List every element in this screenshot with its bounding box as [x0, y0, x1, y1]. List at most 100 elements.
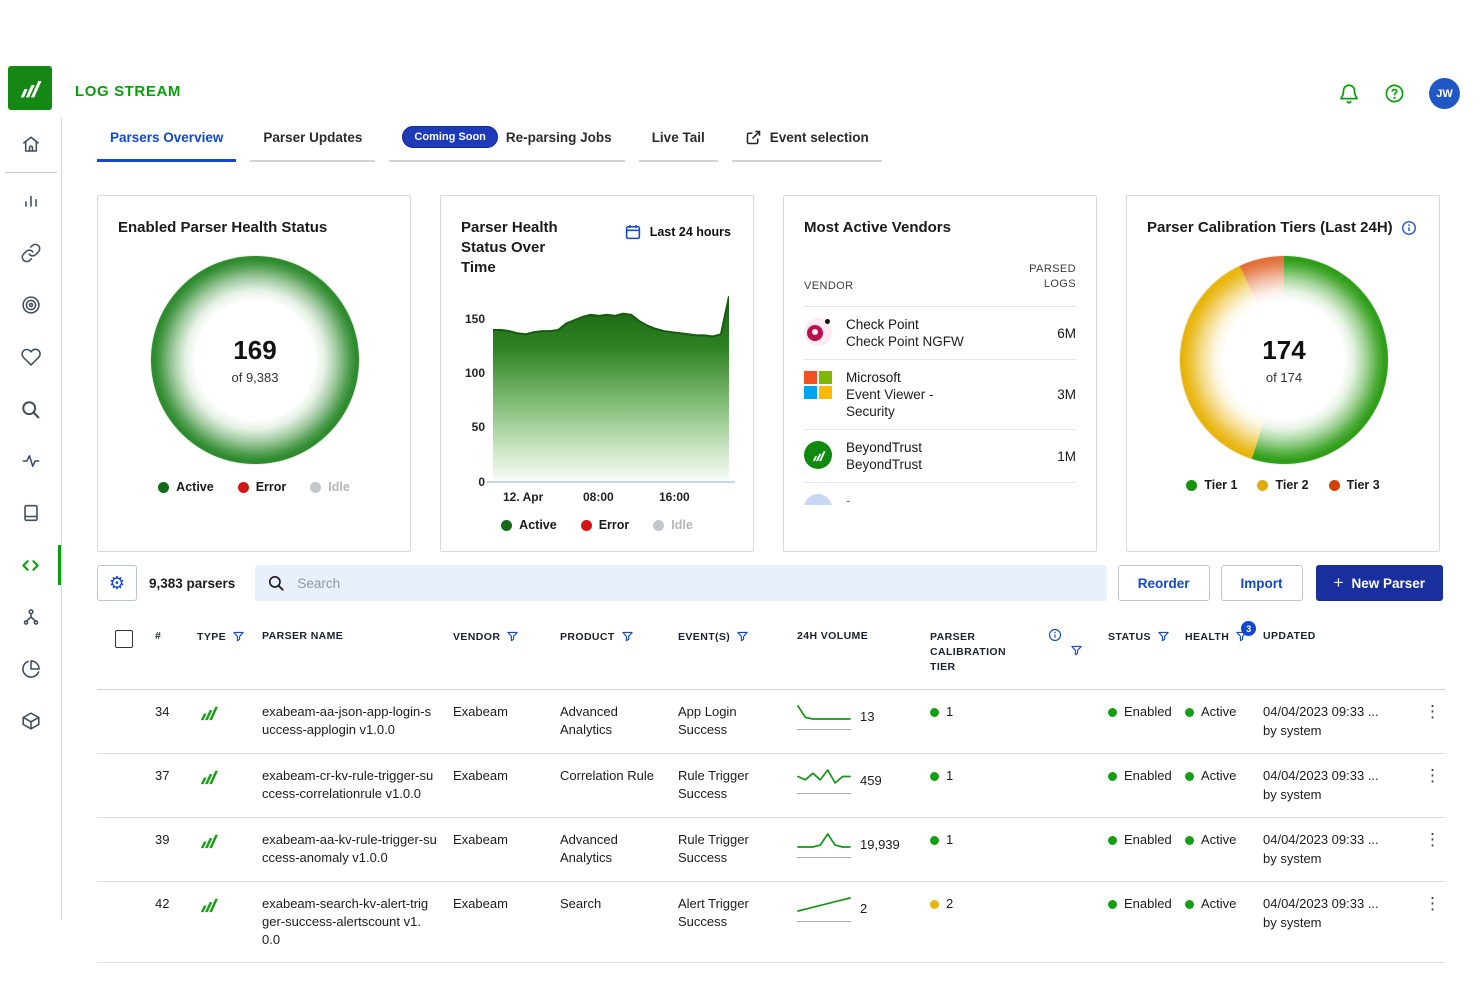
health-cell: Active: [1185, 895, 1263, 913]
product-cell: Advanced Analytics: [560, 703, 660, 739]
search-bar: [255, 565, 1106, 601]
status-dot: [1108, 900, 1117, 909]
y-tick: 150: [455, 312, 485, 326]
vendor-name: Microsoft: [846, 370, 901, 385]
vendor-product: Check Point NGFW: [846, 334, 964, 349]
row-menu-kebab-icon[interactable]: ⋮: [1418, 831, 1447, 849]
sidebar-divider: [5, 172, 57, 173]
legend-tier-2[interactable]: Tier 2: [1257, 478, 1308, 492]
sidebar-item-search[interactable]: [0, 383, 61, 435]
sidebar-item-detections[interactable]: [0, 279, 61, 331]
vendor-filter-icon[interactable]: [506, 630, 519, 643]
legend-tier-3[interactable]: Tier 3: [1329, 478, 1380, 492]
events-filter-icon[interactable]: [736, 630, 749, 643]
tier-dot: [930, 772, 939, 781]
table-row[interactable]: 34 exabeam-aa-json-app-login-success-app…: [97, 690, 1445, 754]
parser-name: exabeam-aa-json-app-login-success-applog…: [262, 703, 452, 739]
col-status: STATUS: [1108, 630, 1185, 643]
status-filter-icon[interactable]: [1157, 630, 1170, 643]
checkpoint-logo: [804, 318, 832, 346]
exabeam-type-icon: [197, 893, 220, 916]
vendors-table-header: VENDOR PARSED LOGS: [804, 262, 1076, 292]
reorder-button[interactable]: Reorder: [1118, 565, 1210, 601]
legend-idle[interactable]: Idle: [310, 480, 350, 494]
product-cell: Correlation Rule: [560, 767, 670, 785]
tab-parsers-overview[interactable]: Parsers Overview: [97, 126, 236, 162]
sidebar-item-library[interactable]: [0, 487, 61, 539]
table-row[interactable]: 42 exabeam-search-kv-alert-trigger-succe…: [97, 882, 1445, 963]
avatar[interactable]: JW: [1429, 78, 1460, 109]
legend-tier-1[interactable]: Tier 1: [1186, 478, 1237, 492]
legend-idle[interactable]: Idle: [653, 518, 693, 532]
external-link-icon: [745, 129, 762, 146]
table-row[interactable]: 39 exabeam-aa-kv-rule-trigger-success-an…: [97, 818, 1445, 882]
settings-gear-icon[interactable]: ⚙: [97, 565, 137, 601]
select-all-checkbox[interactable]: [115, 630, 133, 648]
volume-sparkline: [797, 767, 851, 785]
new-parser-button[interactable]: +New Parser: [1316, 565, 1443, 601]
tab-live-tail[interactable]: Live Tail: [639, 126, 718, 162]
legend-error[interactable]: Error: [581, 518, 630, 532]
info-icon[interactable]: [1401, 220, 1417, 236]
legend-active[interactable]: Active: [158, 480, 214, 494]
sidebar-item-reports[interactable]: [0, 643, 61, 695]
vendor-cell: Exabeam: [453, 895, 560, 913]
col-parser-name: PARSER NAME: [262, 630, 453, 642]
time-range-selector[interactable]: Last 24 hours: [618, 222, 737, 242]
sidebar-item-connections[interactable]: [0, 227, 61, 279]
sidebar-item-activity[interactable]: [0, 435, 61, 487]
status-value: Enabled: [1124, 703, 1172, 721]
notifications-bell-icon[interactable]: [1338, 83, 1360, 105]
updated-cell: 04/04/2023 09:33 ...by system: [1263, 703, 1418, 740]
vendor-cell: Exabeam: [453, 831, 560, 849]
parser-name: exabeam-search-kv-alert-trigger-success-…: [262, 895, 444, 949]
type-filter-icon[interactable]: [232, 630, 245, 643]
list-item-partial: -: [804, 483, 1076, 505]
tier-value: 2: [946, 895, 953, 913]
card-title: Enabled Parser Health Status: [118, 218, 327, 238]
plus-icon: +: [1334, 573, 1344, 593]
legend-dot: [1186, 480, 1197, 491]
health-filter-icon[interactable]: 3: [1235, 630, 1248, 643]
sidebar-item-workflows[interactable]: [0, 591, 61, 643]
row-menu-kebab-icon[interactable]: ⋮: [1418, 895, 1447, 913]
table-row[interactable]: 37 exabeam-cr-kv-rule-trigger-success-co…: [97, 754, 1445, 818]
exabeam-type-icon: [197, 701, 220, 724]
donut-value: 169: [233, 335, 276, 366]
legend-active[interactable]: Active: [501, 518, 557, 532]
tier-value: 1: [946, 703, 953, 721]
help-icon[interactable]: [1384, 83, 1405, 104]
y-tick: 0: [455, 475, 485, 489]
tier-dot: [930, 900, 939, 909]
sidebar-item-analytics[interactable]: [0, 175, 61, 227]
product-filter-icon[interactable]: [621, 630, 634, 643]
calibration-cell: 1: [930, 831, 1108, 849]
sidebar-item-packages[interactable]: [0, 695, 61, 747]
health-dot: [1185, 772, 1194, 781]
vendor-name: -: [846, 492, 968, 505]
exabeam-logo: [8, 66, 52, 110]
row-menu-kebab-icon[interactable]: ⋮: [1418, 767, 1447, 785]
tab-label: Re-parsing Jobs: [506, 130, 612, 145]
tab-re-parsing-jobs[interactable]: Coming SoonRe-parsing Jobs: [389, 126, 624, 162]
tier-value: 1: [946, 831, 953, 849]
sidebar-item-health[interactable]: [0, 331, 61, 383]
row-menu-kebab-icon[interactable]: ⋮: [1418, 703, 1447, 721]
tab-event-selection[interactable]: Event selection: [732, 126, 882, 162]
vendor-product: Event Viewer - Security: [846, 387, 934, 419]
col-volume: 24H VOLUME: [797, 630, 930, 642]
sidebar-item-home[interactable]: [0, 118, 61, 170]
legend-error[interactable]: Error: [238, 480, 287, 494]
vendor-cell: Exabeam: [453, 767, 560, 785]
vendors-list: Check PointCheck Point NGFW 6M Microsoft…: [804, 306, 1076, 505]
sidebar-item-log-stream[interactable]: [0, 539, 61, 591]
calibration-info-icon[interactable]: [1048, 628, 1062, 642]
import-button[interactable]: Import: [1221, 565, 1303, 601]
calibration-filter-icon[interactable]: [1070, 644, 1083, 657]
tab-parser-updates[interactable]: Parser Updates: [250, 126, 375, 162]
health-value: Active: [1201, 831, 1236, 849]
exabeam-type-icon: [197, 765, 220, 788]
search-input[interactable]: [295, 575, 1094, 592]
updated-cell: 04/04/2023 09:33 ...by system: [1263, 767, 1418, 804]
health-cell: Active: [1185, 767, 1263, 785]
